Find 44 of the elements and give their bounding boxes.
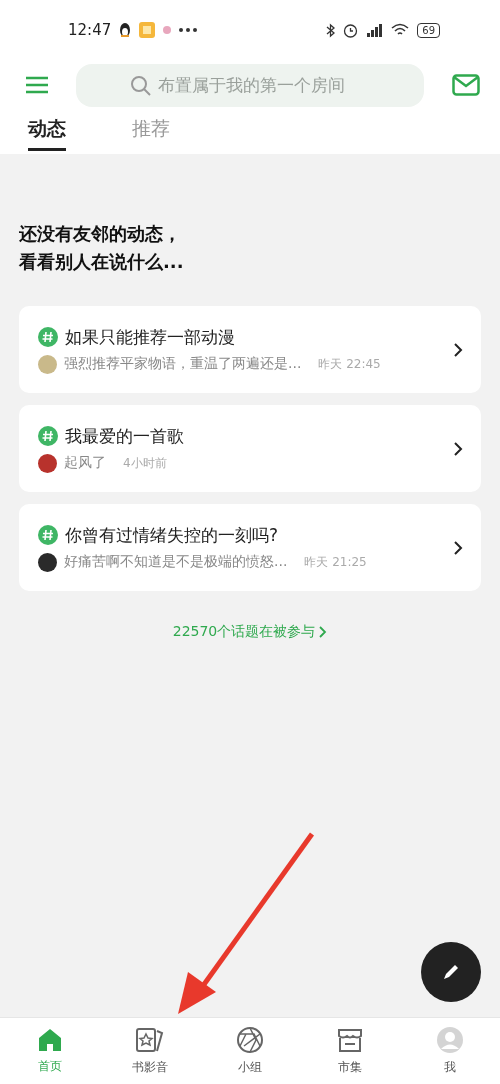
hashtag-icon <box>38 525 58 545</box>
post-time: 4小时前 <box>123 454 167 472</box>
topic-card[interactable]: 我最爱的一首歌 起风了 4小时前 <box>19 405 481 492</box>
chevron-right-icon <box>453 440 463 457</box>
home-icon <box>37 1027 63 1053</box>
penguin-icon <box>119 22 132 38</box>
topic-title: 你曾有过情绪失控的一刻吗? <box>65 523 279 547</box>
more-dots-icon <box>179 28 198 32</box>
search-field[interactable]: 布置属于我的第一个房间 <box>76 63 424 107</box>
post-excerpt: 起风了 <box>64 454 106 472</box>
nav-tab[interactable]: 我 <box>400 1018 500 1084</box>
post-excerpt: 强烈推荐平家物语，重温了两遍还是... <box>64 355 302 373</box>
hashtag-icon <box>38 426 58 446</box>
empty-message: 看看别人在说什么... <box>19 250 185 274</box>
signal-icon <box>366 23 384 37</box>
nav-tab[interactable]: 小组 <box>200 1018 300 1084</box>
feed-tab[interactable]: 动态 <box>28 110 66 151</box>
shop-icon <box>336 1026 364 1054</box>
aperture-icon <box>236 1026 264 1054</box>
post-excerpt: 好痛苦啊不知道是不是极端的愤怒... <box>64 553 288 571</box>
nav-tab[interactable]: 市集 <box>300 1018 400 1084</box>
post-time: 昨天 22:45 <box>318 355 381 373</box>
post-time: 昨天 21:25 <box>304 553 367 571</box>
alarm-icon <box>343 22 359 38</box>
nav-tab[interactable]: 书影音 <box>100 1018 200 1084</box>
app-icon <box>139 22 156 38</box>
topic-title: 如果只能推荐一部动漫 <box>65 325 235 349</box>
hashtag-icon <box>38 327 58 347</box>
chevron-right-icon <box>319 626 328 638</box>
menu-icon[interactable] <box>26 76 48 94</box>
status-time: 12:47 <box>68 21 112 39</box>
search-icon <box>130 74 152 97</box>
chevron-right-icon <box>453 539 463 556</box>
topic-title: 我最爱的一首歌 <box>65 424 184 448</box>
wifi-icon <box>391 23 410 37</box>
battery-indicator: 69 <box>417 22 440 38</box>
card-star-icon <box>135 1026 165 1054</box>
mail-icon[interactable] <box>452 74 480 96</box>
empty-message: 还没有友邻的动态， <box>19 222 182 246</box>
bluetooth-icon <box>326 22 336 38</box>
avatar-icon <box>436 1026 464 1054</box>
chevron-right-icon <box>453 341 463 358</box>
topic-card[interactable]: 你曾有过情绪失控的一刻吗? 好痛苦啊不知道是不是极端的愤怒... 昨天 21:25 <box>19 504 481 591</box>
topic-card[interactable]: 如果只能推荐一部动漫 强烈推荐平家物语，重温了两遍还是... 昨天 22:45 <box>19 306 481 393</box>
